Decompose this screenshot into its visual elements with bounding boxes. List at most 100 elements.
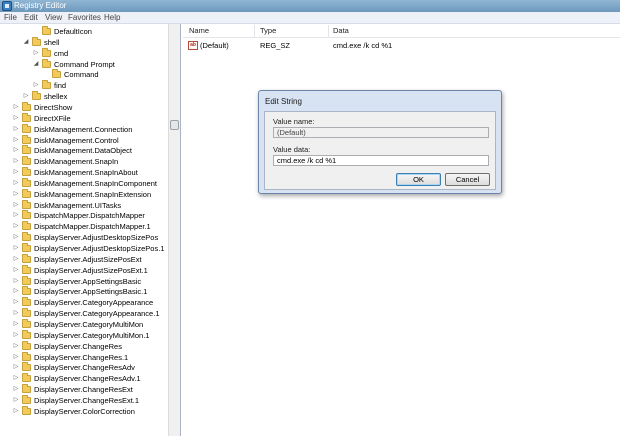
collapsed-arrow-icon[interactable]: ▷: [13, 362, 19, 373]
tree-item-label: DefaultIcon: [54, 27, 92, 36]
tree-item-label: DiskManagement.SnapInAbout: [34, 168, 138, 178]
tree-item[interactable]: ▷ DisplayServer.AppSettingsBasic: [0, 275, 168, 287]
collapsed-arrow-icon[interactable]: ▷: [23, 91, 29, 102]
tree-item[interactable]: ◢ shell: [0, 36, 168, 48]
tree-item-label: DisplayServer.CategoryMultiMon.1: [34, 330, 150, 340]
tree-item[interactable]: ▷ DiskManagement.SnapInAbout: [0, 167, 168, 178]
tree-item[interactable]: ▷ DiskManagement.SnapIn: [0, 156, 168, 167]
column-divider[interactable]: [254, 25, 255, 37]
tree-item[interactable]: ▷ DisplayServer.ColorCorrection: [0, 405, 168, 417]
collapsed-arrow-icon[interactable]: ▷: [13, 232, 19, 243]
tree-item[interactable]: ▷ DisplayServer.CategoryMultiMon: [0, 318, 168, 330]
tree-item[interactable]: DefaultIcon: [0, 26, 168, 37]
tree-item[interactable]: ▷ DiskManagement.DataObject: [0, 145, 168, 156]
tree-item[interactable]: ▷ DispatchMapper.DispatchMapper: [0, 210, 168, 221]
tree-item[interactable]: ▷ DisplayServer.CategoryMultiMon.1: [0, 329, 168, 341]
collapsed-arrow-icon[interactable]: ▷: [13, 384, 19, 395]
menu-favorites[interactable]: Favorites: [68, 12, 101, 24]
dialog-body: Value name: Value data: OK Cancel: [264, 111, 496, 190]
column-header-type[interactable]: Type: [260, 24, 276, 38]
tree-scrollbar[interactable]: [168, 24, 180, 436]
collapsed-arrow-icon[interactable]: ▷: [13, 200, 19, 211]
tree-item[interactable]: ◢ Command Prompt: [0, 58, 168, 70]
tree-item[interactable]: ▷ DisplayServer.AdjustSizePosExt.1: [0, 264, 168, 276]
tree-item[interactable]: ▷ DisplayServer.ChangeResAdv: [0, 362, 168, 373]
tree-item[interactable]: ▷ DiskManagement.SnapInExtension: [0, 188, 168, 200]
tree-item[interactable]: ▷ shellex: [0, 91, 168, 102]
value-type: REG_SZ: [260, 41, 291, 50]
collapsed-arrow-icon[interactable]: ▷: [13, 102, 19, 113]
tree-item[interactable]: ▷ DisplayServer.ChangeResExt: [0, 384, 168, 395]
tree-item[interactable]: ▷ DisplayServer.AdjustDesktopSizePos.1: [0, 243, 168, 254]
registry-tree[interactable]: DefaultIcon ◢ shell ▷ cmd ◢ Command Prompt Comm…: [0, 24, 181, 436]
tree-item[interactable]: ▷ DiskManagement.Control: [0, 134, 168, 146]
tree-item[interactable]: ▷ DisplayServer.ChangeResAdv.1: [0, 373, 168, 384]
collapsed-arrow-icon[interactable]: ▷: [13, 221, 19, 232]
folder-icon: [22, 188, 31, 198]
tree-item[interactable]: ▷ DisplayServer.ChangeResExt.1: [0, 394, 168, 406]
folder-icon: [22, 308, 31, 318]
collapsed-arrow-icon[interactable]: ▷: [13, 254, 19, 265]
collapsed-arrow-icon[interactable]: ▷: [13, 145, 19, 156]
menu-edit[interactable]: Edit: [24, 12, 38, 24]
collapsed-arrow-icon[interactable]: ▷: [13, 395, 19, 406]
ok-button[interactable]: OK: [396, 173, 441, 186]
collapsed-arrow-icon[interactable]: ▷: [13, 319, 19, 330]
tree-item[interactable]: ▷ DisplayServer.AppSettingsBasic.1: [0, 286, 168, 297]
value-data-field[interactable]: [273, 155, 489, 166]
collapsed-arrow-icon[interactable]: ▷: [13, 297, 19, 308]
collapsed-arrow-icon[interactable]: ▷: [13, 352, 19, 363]
tree-item[interactable]: ▷ DisplayServer.AdjustSizePosExt: [0, 253, 168, 265]
menu-help[interactable]: Help: [104, 12, 120, 24]
tree-item[interactable]: ▷ DisplayServer.CategoryAppearance.1: [0, 308, 168, 319]
tree-item[interactable]: ▷ DisplayServer.CategoryAppearance: [0, 297, 168, 308]
collapsed-arrow-icon[interactable]: ▷: [33, 48, 39, 59]
tree-item[interactable]: ▷ DiskManagement.SnapInComponent: [0, 177, 168, 189]
folder-icon: [52, 69, 61, 79]
collapsed-arrow-icon[interactable]: ▷: [13, 330, 19, 341]
tree-item[interactable]: ▷ DiskManagement.Connection: [0, 123, 168, 135]
collapsed-arrow-icon[interactable]: ▷: [13, 124, 19, 135]
tree-item[interactable]: Command: [0, 69, 168, 80]
expanded-arrow-icon[interactable]: ◢: [23, 37, 29, 48]
collapsed-arrow-icon[interactable]: ▷: [13, 189, 19, 200]
collapsed-arrow-icon[interactable]: ▷: [13, 135, 19, 146]
tree-scrollbar-thumb[interactable]: [170, 120, 179, 130]
collapsed-arrow-icon[interactable]: ▷: [13, 167, 19, 178]
tree-item[interactable]: ▷ DirectXFile: [0, 112, 168, 124]
column-header-data[interactable]: Data: [333, 24, 349, 38]
collapsed-arrow-icon[interactable]: ▷: [13, 373, 19, 384]
list-item[interactable]: ab (Default) REG_SZ cmd.exe /k cd %1: [183, 40, 620, 52]
collapsed-arrow-icon[interactable]: ▷: [33, 80, 39, 91]
expanded-arrow-icon[interactable]: ◢: [33, 59, 39, 70]
values-list[interactable]: Name Type Data ab (Default) REG_SZ cmd.e…: [183, 24, 620, 436]
collapsed-arrow-icon[interactable]: ▷: [13, 113, 19, 124]
collapsed-arrow-icon[interactable]: ▷: [13, 243, 19, 254]
collapsed-arrow-icon[interactable]: ▷: [13, 156, 19, 167]
column-header-name[interactable]: Name: [189, 24, 209, 38]
tree-item[interactable]: ▷ DisplayServer.AdjustDesktopSizePos: [0, 232, 168, 243]
cancel-button[interactable]: Cancel: [445, 173, 490, 186]
tree-item[interactable]: ▷ DispatchMapper.DispatchMapper.1: [0, 221, 168, 232]
tree-item[interactable]: ▷ DiskManagement.UITasks: [0, 199, 168, 211]
collapsed-arrow-icon[interactable]: ▷: [13, 308, 19, 319]
collapsed-arrow-icon[interactable]: ▷: [13, 265, 19, 276]
collapsed-arrow-icon[interactable]: ▷: [13, 210, 19, 221]
tree-item[interactable]: ▷ DisplayServer.ChangeRes.1: [0, 351, 168, 363]
collapsed-arrow-icon[interactable]: ▷: [13, 286, 19, 297]
tree-item[interactable]: ▷ find: [0, 80, 168, 91]
collapsed-arrow-icon[interactable]: ▷: [13, 341, 19, 352]
tree-item-label: DispatchMapper.DispatchMapper.1: [34, 222, 151, 232]
tree-item[interactable]: ▷ DirectShow: [0, 101, 168, 113]
collapsed-arrow-icon[interactable]: ▷: [13, 178, 19, 189]
folder-icon: [22, 405, 31, 415]
folder-icon: [22, 156, 31, 166]
collapsed-arrow-icon[interactable]: ▷: [13, 276, 19, 287]
menu-view[interactable]: View: [45, 12, 62, 24]
tree-item[interactable]: ▷ DisplayServer.ChangeRes: [0, 340, 168, 352]
tree-item-label: DirectXFile: [34, 113, 71, 123]
menu-file[interactable]: File: [4, 12, 17, 24]
tree-item[interactable]: ▷ cmd: [0, 47, 168, 59]
collapsed-arrow-icon[interactable]: ▷: [13, 406, 19, 417]
column-divider[interactable]: [328, 25, 329, 37]
